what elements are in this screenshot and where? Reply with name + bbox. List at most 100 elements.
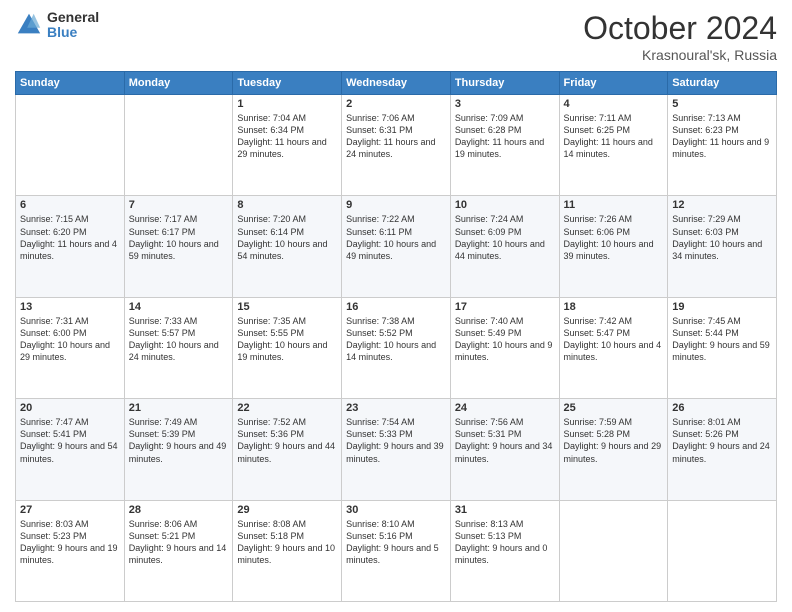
day-number: 7 [129,199,229,211]
logo-icon [15,11,43,39]
day-number: 16 [346,301,446,313]
header-monday: Monday [124,72,233,95]
week-row-1: 1 Sunrise: 7:04 AM Sunset: 6:34 PM Daylig… [16,95,777,196]
day-number: 30 [346,504,446,516]
cell-2-3: 16Sunrise: 7:38 AM Sunset: 5:52 PM Dayli… [342,297,451,398]
cell-1-0: 6 Sunrise: 7:15 AM Sunset: 6:20 PM Daylig… [16,196,125,297]
cell-content: Sunrise: 7:24 AM Sunset: 6:09 PM Dayligh… [455,213,555,262]
day-number: 22 [237,402,337,414]
cell-2-6: 19Sunrise: 7:45 AM Sunset: 5:44 PM Dayli… [668,297,777,398]
header-thursday: Thursday [450,72,559,95]
cell-content: Sunrise: 7:59 AM Sunset: 5:28 PM Dayligh… [564,416,664,465]
day-number: 11 [564,199,664,211]
day-number: 2 [346,98,446,110]
cell-2-0: 13 Sunrise: 7:31 AM Sunset: 6:00 PM Dayli… [16,297,125,398]
cell-2-1: 14Sunrise: 7:33 AM Sunset: 5:57 PM Dayli… [124,297,233,398]
day-number: 23 [346,402,446,414]
header: General Blue October 2024 Krasnoural'sk,… [15,10,777,63]
day-number: 24 [455,402,555,414]
day-number: 18 [564,301,664,313]
cell-content: Sunrise: 7:13 AM Sunset: 6:23 PM Dayligh… [672,112,772,161]
day-number: 15 [237,301,337,313]
header-sunday: Sunday [16,72,125,95]
cell-content: Sunrise: 7:31 AM Sunset: 6:00 PM Dayligh… [20,315,120,364]
day-number: 12 [672,199,772,211]
cell-4-2: 29 Sunrise: 8:08 AM Sunset: 5:18 PM Dayli… [233,500,342,601]
cell-1-3: 9 Sunrise: 7:22 AM Sunset: 6:11 PM Daylig… [342,196,451,297]
logo: General Blue [15,10,99,41]
cell-content: Sunrise: 7:40 AM Sunset: 5:49 PM Dayligh… [455,315,555,364]
cell-1-6: 12 Sunrise: 7:29 AM Sunset: 6:03 PM Dayli… [668,196,777,297]
cell-3-1: 21Sunrise: 7:49 AM Sunset: 5:39 PM Dayli… [124,399,233,500]
day-number: 10 [455,199,555,211]
cell-content: Sunrise: 8:08 AM Sunset: 5:18 PM Dayligh… [237,518,337,567]
day-number: 5 [672,98,772,110]
day-number: 21 [129,402,229,414]
header-friday: Friday [559,72,668,95]
cell-content: Sunrise: 8:06 AM Sunset: 5:21 PM Dayligh… [129,518,229,567]
cell-3-3: 23 Sunrise: 7:54 AM Sunset: 5:33 PM Dayli… [342,399,451,500]
cell-content: Sunrise: 8:01 AM Sunset: 5:26 PM Dayligh… [672,416,772,465]
cell-content: Sunrise: 7:29 AM Sunset: 6:03 PM Dayligh… [672,213,772,262]
header-row: Sunday Monday Tuesday Wednesday Thursday… [16,72,777,95]
cell-content: Sunrise: 7:17 AM Sunset: 6:17 PM Dayligh… [129,213,229,262]
cell-4-0: 27 Sunrise: 8:03 AM Sunset: 5:23 PM Dayli… [16,500,125,601]
cell-0-6: 5 Sunrise: 7:13 AM Sunset: 6:23 PM Daylig… [668,95,777,196]
day-number: 28 [129,504,229,516]
cell-3-5: 25 Sunrise: 7:59 AM Sunset: 5:28 PM Dayli… [559,399,668,500]
cell-content: Sunrise: 7:15 AM Sunset: 6:20 PM Dayligh… [20,213,120,262]
day-number: 3 [455,98,555,110]
week-row-2: 6 Sunrise: 7:15 AM Sunset: 6:20 PM Daylig… [16,196,777,297]
week-row-4: 20 Sunrise: 7:47 AM Sunset: 5:41 PM Dayli… [16,399,777,500]
cell-content: Sunrise: 7:26 AM Sunset: 6:06 PM Dayligh… [564,213,664,262]
cell-content: Sunrise: 7:11 AM Sunset: 6:25 PM Dayligh… [564,112,664,161]
logo-general-text: General [47,10,99,25]
cell-0-5: 4 Sunrise: 7:11 AM Sunset: 6:25 PM Daylig… [559,95,668,196]
title-month: October 2024 [583,10,777,47]
cell-0-0 [16,95,125,196]
cell-4-5 [559,500,668,601]
cell-content: Sunrise: 7:42 AM Sunset: 5:47 PM Dayligh… [564,315,664,364]
cell-content: Sunrise: 8:03 AM Sunset: 5:23 PM Dayligh… [20,518,120,567]
cell-content: Sunrise: 7:06 AM Sunset: 6:31 PM Dayligh… [346,112,446,161]
cell-3-4: 24Sunrise: 7:56 AM Sunset: 5:31 PM Dayli… [450,399,559,500]
cell-content: Sunrise: 7:47 AM Sunset: 5:41 PM Dayligh… [20,416,120,465]
header-wednesday: Wednesday [342,72,451,95]
week-row-5: 27 Sunrise: 8:03 AM Sunset: 5:23 PM Dayli… [16,500,777,601]
cell-0-3: 2 Sunrise: 7:06 AM Sunset: 6:31 PM Daylig… [342,95,451,196]
cell-2-5: 18 Sunrise: 7:42 AM Sunset: 5:47 PM Dayli… [559,297,668,398]
header-tuesday: Tuesday [233,72,342,95]
day-number: 25 [564,402,664,414]
cell-1-1: 7 Sunrise: 7:17 AM Sunset: 6:17 PM Daylig… [124,196,233,297]
day-number: 1 [237,98,337,110]
day-number: 9 [346,199,446,211]
cell-content: Sunrise: 7:45 AM Sunset: 5:44 PM Dayligh… [672,315,772,364]
cell-content: Sunrise: 8:13 AM Sunset: 5:13 PM Dayligh… [455,518,555,567]
week-row-3: 13 Sunrise: 7:31 AM Sunset: 6:00 PM Dayli… [16,297,777,398]
day-number: 6 [20,199,120,211]
cell-1-2: 8 Sunrise: 7:20 AM Sunset: 6:14 PM Daylig… [233,196,342,297]
cell-content: Sunrise: 8:10 AM Sunset: 5:16 PM Dayligh… [346,518,446,567]
day-number: 13 [20,301,120,313]
cell-4-6 [668,500,777,601]
cell-4-3: 30 Sunrise: 8:10 AM Sunset: 5:16 PM Dayli… [342,500,451,601]
cell-content: Sunrise: 7:09 AM Sunset: 6:28 PM Dayligh… [455,112,555,161]
cell-2-4: 17 Sunrise: 7:40 AM Sunset: 5:49 PM Dayli… [450,297,559,398]
day-number: 14 [129,301,229,313]
title-block: October 2024 Krasnoural'sk, Russia [583,10,777,63]
day-number: 4 [564,98,664,110]
day-number: 27 [20,504,120,516]
cell-0-1 [124,95,233,196]
cell-1-5: 11 Sunrise: 7:26 AM Sunset: 6:06 PM Dayli… [559,196,668,297]
day-number: 8 [237,199,337,211]
cell-content: Sunrise: 7:04 AM Sunset: 6:34 PM Dayligh… [237,112,337,161]
cell-content: Sunrise: 7:20 AM Sunset: 6:14 PM Dayligh… [237,213,337,262]
day-number: 20 [20,402,120,414]
cell-content: Sunrise: 7:54 AM Sunset: 5:33 PM Dayligh… [346,416,446,465]
logo-text: General Blue [47,10,99,41]
day-number: 29 [237,504,337,516]
day-number: 17 [455,301,555,313]
cell-3-2: 22Sunrise: 7:52 AM Sunset: 5:36 PM Dayli… [233,399,342,500]
cell-content: Sunrise: 7:22 AM Sunset: 6:11 PM Dayligh… [346,213,446,262]
cell-content: Sunrise: 7:35 AM Sunset: 5:55 PM Dayligh… [237,315,337,364]
